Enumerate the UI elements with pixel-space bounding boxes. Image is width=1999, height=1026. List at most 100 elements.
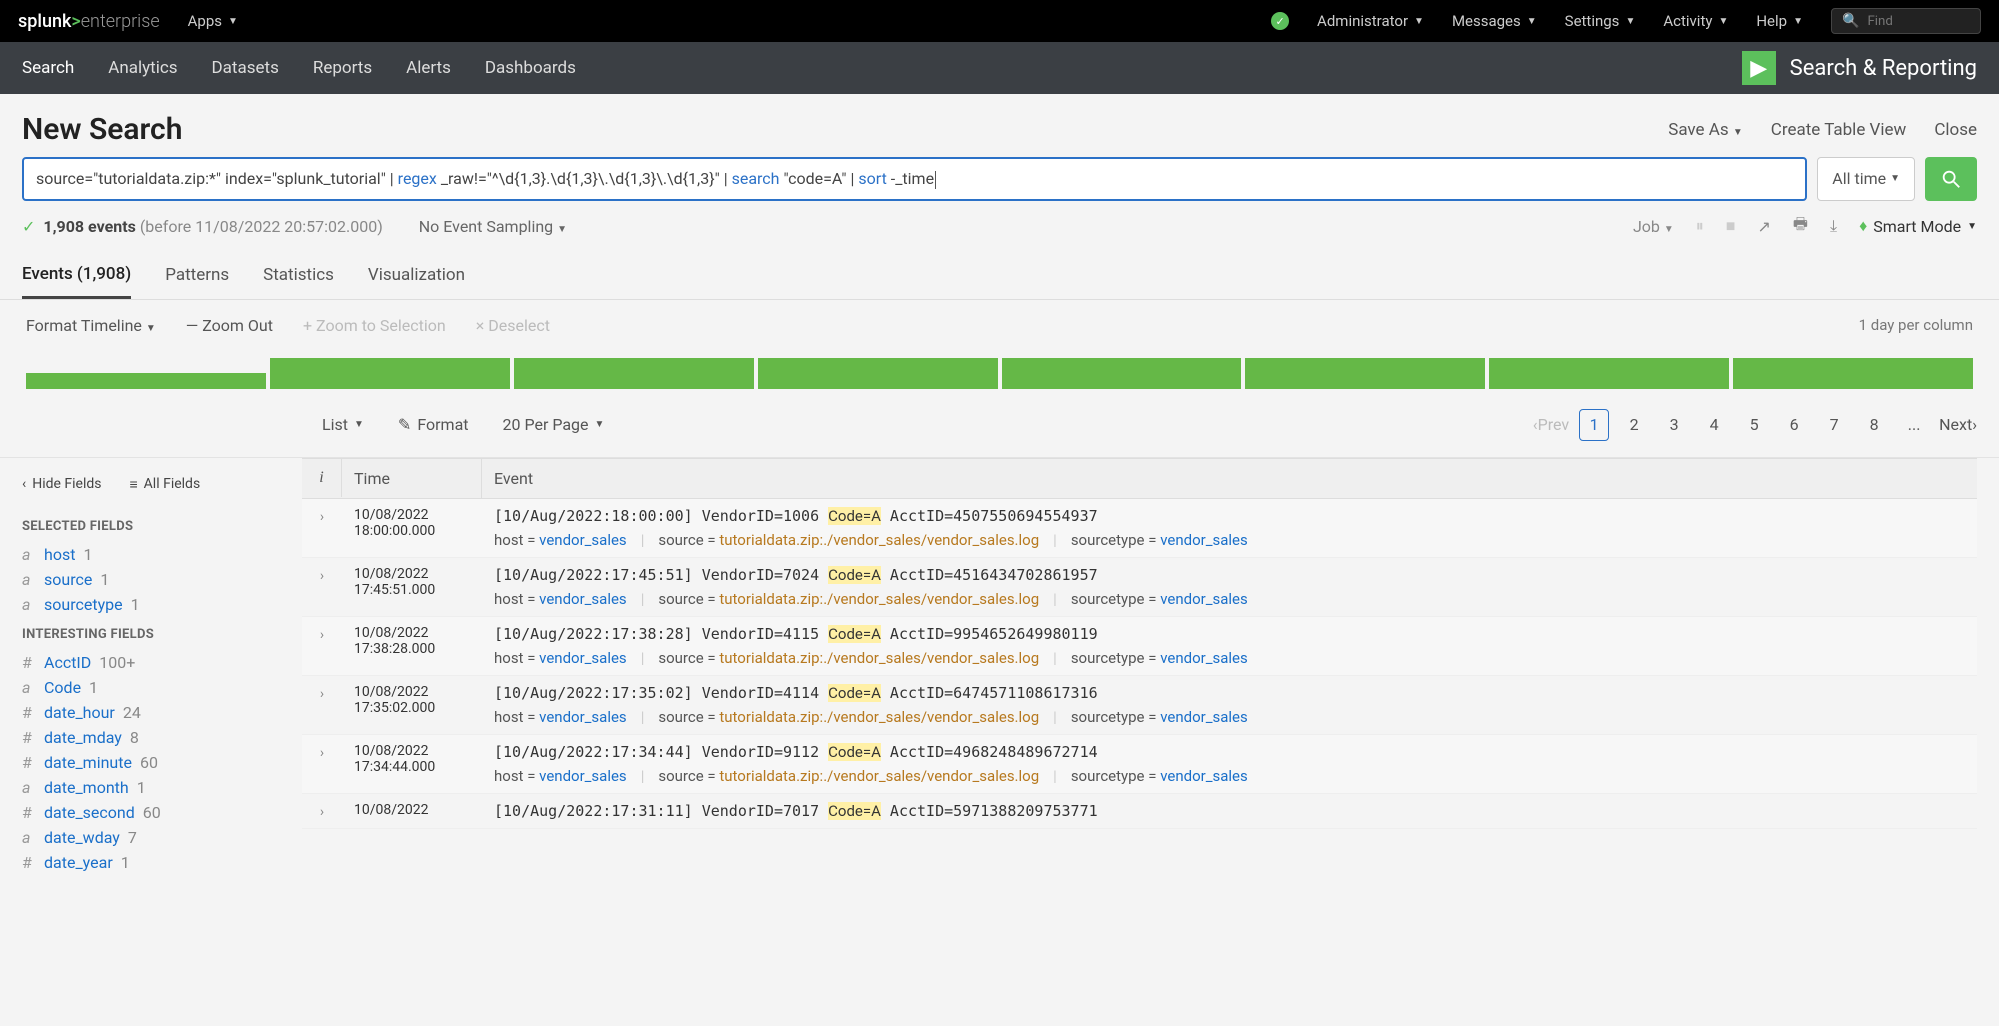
field-item[interactable]: adate_month1 bbox=[22, 775, 296, 800]
field-item[interactable]: #date_hour24 bbox=[22, 700, 296, 725]
timeline-chart[interactable] bbox=[0, 345, 1999, 393]
event-sampling-menu[interactable]: No Event Sampling ▼ bbox=[419, 217, 567, 236]
event-raw[interactable]: [10/Aug/2022:17:34:44] VendorID=9112 Cod… bbox=[494, 743, 1965, 761]
pagination-page[interactable]: 3 bbox=[1659, 409, 1689, 441]
timeline-bar[interactable] bbox=[26, 373, 266, 388]
field-item[interactable]: #date_second60 bbox=[22, 800, 296, 825]
create-table-view-button[interactable]: Create Table View bbox=[1771, 120, 1907, 140]
field-item[interactable]: #AcctID100+ bbox=[22, 650, 296, 675]
timeline-bar[interactable] bbox=[270, 358, 510, 389]
nav-dashboards[interactable]: Dashboards bbox=[485, 58, 576, 78]
field-name[interactable]: AcctID bbox=[44, 653, 91, 672]
activity-menu[interactable]: Activity▼ bbox=[1663, 12, 1728, 30]
nav-alerts[interactable]: Alerts bbox=[406, 58, 451, 78]
meta-source[interactable]: tutorialdata.zip:./vendor_sales/vendor_s… bbox=[719, 767, 1039, 785]
field-name[interactable]: date_mday bbox=[44, 728, 122, 747]
event-raw[interactable]: [10/Aug/2022:17:35:02] VendorID=4114 Cod… bbox=[494, 684, 1965, 702]
event-raw[interactable]: [10/Aug/2022:17:45:51] VendorID=7024 Cod… bbox=[494, 566, 1965, 584]
timeline-bar[interactable] bbox=[514, 358, 754, 389]
field-name[interactable]: host bbox=[44, 545, 75, 564]
field-item[interactable]: #date_year1 bbox=[22, 850, 296, 875]
time-range-picker[interactable]: All time ▼ bbox=[1817, 157, 1915, 201]
meta-source[interactable]: tutorialdata.zip:./vendor_sales/vendor_s… bbox=[719, 590, 1039, 608]
meta-sourcetype[interactable]: vendor_sales bbox=[1160, 590, 1248, 608]
expand-row-button[interactable]: › bbox=[302, 743, 342, 761]
timeline-bar[interactable] bbox=[758, 358, 998, 389]
search-input[interactable]: source="tutorialdata.zip:*" index="splun… bbox=[22, 157, 1807, 201]
pause-icon[interactable]: ⏸ bbox=[1696, 216, 1704, 236]
pagination-page[interactable]: 8 bbox=[1859, 409, 1889, 441]
pagination-page[interactable]: 6 bbox=[1779, 409, 1809, 441]
pagination-page[interactable]: ... bbox=[1899, 409, 1929, 441]
pagination-page[interactable]: 4 bbox=[1699, 409, 1729, 441]
help-menu[interactable]: Help▼ bbox=[1756, 12, 1803, 30]
pagination-next[interactable]: Next › bbox=[1939, 409, 1977, 441]
meta-sourcetype[interactable]: vendor_sales bbox=[1160, 767, 1248, 785]
close-button[interactable]: Close bbox=[1934, 120, 1977, 140]
administrator-menu[interactable]: Administrator▼ bbox=[1317, 12, 1424, 30]
colite-time[interactable]: Time bbox=[342, 459, 482, 498]
tab-events[interactable]: Events (1,908) bbox=[22, 252, 131, 299]
nav-search[interactable]: Search bbox=[22, 58, 74, 78]
field-name[interactable]: date_second bbox=[44, 803, 135, 822]
settings-menu[interactable]: Settings▼ bbox=[1565, 12, 1636, 30]
save-as-menu[interactable]: Save As ▼ bbox=[1668, 120, 1743, 140]
pagination-page[interactable]: 2 bbox=[1619, 409, 1649, 441]
hide-fields-button[interactable]: ‹Hide Fields bbox=[22, 476, 102, 492]
all-fields-button[interactable]: ≡All Fields bbox=[130, 476, 201, 493]
job-menu[interactable]: Job ▼ bbox=[1633, 217, 1674, 236]
stop-icon[interactable]: ■ bbox=[1726, 216, 1736, 236]
global-find[interactable]: 🔍 bbox=[1831, 8, 1981, 34]
export-icon[interactable]: ⤓ bbox=[1830, 216, 1837, 236]
zoom-out-button[interactable]: — Zoom Out bbox=[186, 316, 273, 335]
meta-host[interactable]: vendor_sales bbox=[539, 708, 627, 726]
field-item[interactable]: #date_minute60 bbox=[22, 750, 296, 775]
meta-host[interactable]: vendor_sales bbox=[539, 649, 627, 667]
field-item[interactable]: adate_wday7 bbox=[22, 825, 296, 850]
tab-visualization[interactable]: Visualization bbox=[368, 253, 465, 297]
expand-row-button[interactable]: › bbox=[302, 507, 342, 525]
meta-source[interactable]: tutorialdata.zip:./vendor_sales/vendor_s… bbox=[719, 531, 1039, 549]
meta-host[interactable]: vendor_sales bbox=[539, 531, 627, 549]
timeline-bar[interactable] bbox=[1733, 358, 1973, 389]
event-raw[interactable]: [10/Aug/2022:17:31:11] VendorID=7017 Cod… bbox=[494, 802, 1965, 820]
nav-analytics[interactable]: Analytics bbox=[108, 58, 177, 78]
expand-row-button[interactable]: › bbox=[302, 566, 342, 584]
meta-host[interactable]: vendor_sales bbox=[539, 590, 627, 608]
find-input[interactable] bbox=[1867, 14, 1970, 29]
list-view-menu[interactable]: List ▼ bbox=[322, 415, 364, 434]
apps-menu[interactable]: Apps▼ bbox=[188, 12, 238, 30]
expand-row-button[interactable]: › bbox=[302, 802, 342, 820]
field-name[interactable]: Code bbox=[44, 678, 81, 697]
field-name[interactable]: date_year bbox=[44, 853, 113, 872]
format-timeline-menu[interactable]: Format Timeline ▼ bbox=[26, 316, 156, 335]
per-page-menu[interactable]: 20 Per Page ▼ bbox=[503, 415, 605, 434]
print-icon[interactable]: 🖶 bbox=[1793, 213, 1808, 240]
tab-patterns[interactable]: Patterns bbox=[165, 253, 229, 297]
meta-source[interactable]: tutorialdata.zip:./vendor_sales/vendor_s… bbox=[719, 649, 1039, 667]
timeline-bar[interactable] bbox=[1002, 358, 1242, 389]
event-raw[interactable]: [10/Aug/2022:17:38:28] VendorID=4115 Cod… bbox=[494, 625, 1965, 643]
search-mode-menu[interactable]: ♦Smart Mode ▼ bbox=[1859, 216, 1977, 236]
tab-statistics[interactable]: Statistics bbox=[263, 253, 334, 297]
messages-menu[interactable]: Messages▼ bbox=[1452, 12, 1537, 30]
meta-sourcetype[interactable]: vendor_sales bbox=[1160, 649, 1248, 667]
timeline-bar[interactable] bbox=[1489, 358, 1729, 389]
field-name[interactable]: date_minute bbox=[44, 753, 132, 772]
timeline-bar[interactable] bbox=[1245, 358, 1485, 389]
meta-sourcetype[interactable]: vendor_sales bbox=[1160, 708, 1248, 726]
field-item[interactable]: ahost1 bbox=[22, 542, 296, 567]
meta-source[interactable]: tutorialdata.zip:./vendor_sales/vendor_s… bbox=[719, 708, 1039, 726]
field-item[interactable]: asourcetype1 bbox=[22, 592, 296, 617]
run-search-button[interactable] bbox=[1925, 157, 1977, 201]
field-item[interactable]: #date_mday8 bbox=[22, 725, 296, 750]
field-name[interactable]: sourcetype bbox=[44, 595, 123, 614]
field-name[interactable]: date_month bbox=[44, 778, 129, 797]
field-item[interactable]: aCode1 bbox=[22, 675, 296, 700]
expand-row-button[interactable]: › bbox=[302, 684, 342, 702]
meta-host[interactable]: vendor_sales bbox=[539, 767, 627, 785]
health-status-icon[interactable]: ✓ bbox=[1271, 12, 1289, 30]
event-raw[interactable]: [10/Aug/2022:18:00:00] VendorID=1006 Cod… bbox=[494, 507, 1965, 525]
nav-datasets[interactable]: Datasets bbox=[212, 58, 279, 78]
field-name[interactable]: date_hour bbox=[44, 703, 115, 722]
